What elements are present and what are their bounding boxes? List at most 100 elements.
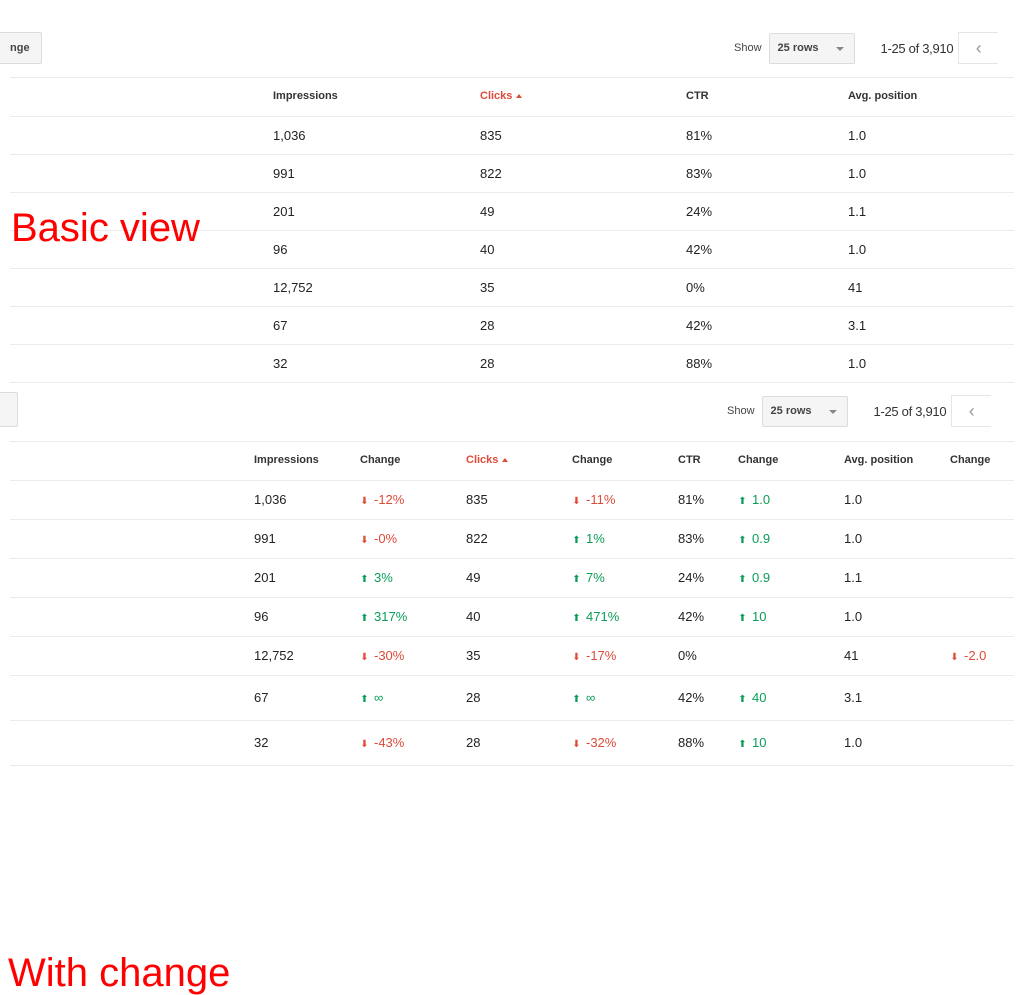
cell-impressions-change: ⬇ -30% xyxy=(360,637,404,677)
change-toggle-button[interactable] xyxy=(0,392,18,427)
arrow-up-icon: ⬆ xyxy=(738,694,747,705)
cell-ctr: 88% xyxy=(686,356,713,371)
cell-clicks: 35 xyxy=(480,280,495,295)
arrow-up-icon: ⬆ xyxy=(572,535,581,546)
rows-per-page-select[interactable]: 25 rows xyxy=(761,395,848,427)
cell-ctr: 42% xyxy=(686,318,713,333)
cell-clicks: 28 xyxy=(480,356,495,371)
cell-impressions: 96 xyxy=(254,609,269,624)
cell-ctr: 0% xyxy=(678,648,697,663)
previous-page-button[interactable]: ‹ xyxy=(951,395,992,427)
change-value: -2.0 xyxy=(964,648,987,663)
cell-position: 3.1 xyxy=(848,318,867,333)
arrow-down-icon: ⬇ xyxy=(360,652,369,663)
cell-position: 1.0 xyxy=(844,735,863,750)
change-value: -0% xyxy=(374,531,398,546)
cell-ctr: 88% xyxy=(678,735,705,750)
cell-position: 41 xyxy=(848,280,863,295)
table-row[interactable]: 991 822 83% 1.0 xyxy=(10,155,1014,193)
header-clicks-sorted[interactable]: Clicks xyxy=(466,442,509,479)
cell-ctr: 83% xyxy=(678,531,705,546)
cell-ctr-change: ⬆ 0.9 xyxy=(738,520,770,560)
show-label: Show xyxy=(727,405,755,417)
table-row[interactable]: 1,036 835 81% 1.0 xyxy=(10,117,1014,155)
change-value: -30% xyxy=(374,648,405,663)
table-row[interactable]: 67 28 42% 3.1 xyxy=(10,307,1014,345)
rows-per-page-select[interactable]: 25 rows xyxy=(768,32,855,64)
header-clicks-sorted[interactable]: Clicks xyxy=(480,78,523,115)
cell-impressions: 32 xyxy=(254,735,269,750)
previous-page-button[interactable]: ‹ xyxy=(958,32,999,64)
cell-ctr: 0% xyxy=(686,280,705,295)
table-row[interactable]: 32 28 88% 1.0 xyxy=(10,345,1014,383)
cell-impressions: 201 xyxy=(254,570,276,585)
table-header: Impressions Clicks CTR Avg. position xyxy=(10,77,1014,117)
table-row[interactable]: 201 ⬆ 3% 49 ⬆ 7% 24% ⬆ 0.9 1.1 xyxy=(10,559,1014,598)
change-value: -17% xyxy=(586,648,617,663)
with-change-annotation: With change xyxy=(8,951,231,995)
cell-ctr: 83% xyxy=(686,166,713,181)
table-header: Impressions Change Clicks Change CTR Cha… xyxy=(10,441,1014,481)
change-value: 471% xyxy=(586,609,620,624)
cell-position: 1.0 xyxy=(844,492,863,507)
header-ctr[interactable]: CTR xyxy=(678,442,701,479)
header-impressions[interactable]: Impressions xyxy=(273,78,338,115)
cell-ctr-change: ⬆ 40 xyxy=(738,676,766,721)
page-range: 1-25 of 3,910 xyxy=(873,403,947,419)
basic-view-panel: nge Show 25 rows 1-25 of 3,910 ‹ Impress… xyxy=(0,0,1024,383)
cell-clicks-change: ⬆ 1% xyxy=(572,520,605,560)
change-value: 10 xyxy=(752,735,767,750)
chevron-left-icon: ‹ xyxy=(968,400,975,421)
cell-ctr: 24% xyxy=(686,204,713,219)
cell-impressions: 991 xyxy=(273,166,295,181)
arrow-down-icon: ⬇ xyxy=(360,535,369,546)
cell-impressions-change: ⬇ -43% xyxy=(360,721,404,766)
header-avg-position[interactable]: Avg. position xyxy=(848,78,917,115)
cell-clicks-change: ⬆ 471% xyxy=(572,598,619,638)
header-ctr[interactable]: CTR xyxy=(686,78,709,115)
cell-ctr: 42% xyxy=(678,609,705,624)
cell-clicks: 822 xyxy=(480,166,502,181)
header-impressions[interactable]: Impressions xyxy=(254,442,319,479)
change-view-panel: Show 25 rows 1-25 of 3,910 ‹ Impressions… xyxy=(0,380,1024,993)
change-data-table: Impressions Change Clicks Change CTR Cha… xyxy=(10,441,1014,766)
header-position-change[interactable]: Change xyxy=(950,442,990,479)
table-row[interactable]: 96 ⬆ 317% 40 ⬆ 471% 42% ⬆ 10 1.0 xyxy=(10,598,1014,637)
change-value: 10 xyxy=(752,609,767,624)
cell-ctr-change: ⬆ 1.0 xyxy=(738,481,770,521)
cell-impressions: 67 xyxy=(254,690,269,705)
cell-impressions: 201 xyxy=(273,204,295,219)
table-row[interactable]: 991 ⬇ -0% 822 ⬆ 1% 83% ⬆ 0.9 1.0 xyxy=(10,520,1014,559)
arrow-up-icon: ⬆ xyxy=(738,574,747,585)
arrow-up-icon: ⬆ xyxy=(738,613,747,624)
pagination-bar: Show 25 rows 1-25 of 3,910 ‹ xyxy=(734,32,999,64)
change-value: 1% xyxy=(586,531,605,546)
cell-position: 41 xyxy=(844,648,859,663)
cell-ctr: 42% xyxy=(678,690,705,705)
arrow-down-icon: ⬇ xyxy=(360,739,369,750)
change-toggle-button[interactable]: nge xyxy=(0,32,42,64)
table-row[interactable]: 12,752 ⬇ -30% 35 ⬇ -17% 0% 41 ⬇ -2.0 xyxy=(10,637,1014,676)
arrow-up-icon: ⬆ xyxy=(572,613,581,624)
change-value: 317% xyxy=(374,609,408,624)
header-impressions-change[interactable]: Change xyxy=(360,442,400,479)
header-ctr-change[interactable]: Change xyxy=(738,442,778,479)
table-row[interactable]: 67 ⬆ ∞ 28 ⬆ ∞ 42% ⬆ 40 3.1 xyxy=(10,676,1014,721)
change-value: -43% xyxy=(374,735,405,750)
table-row[interactable]: 1,036 ⬇ -12% 835 ⬇ -11% 81% ⬆ 1.0 1.0 xyxy=(10,481,1014,520)
cell-ctr-change: ⬆ 10 xyxy=(738,598,766,638)
header-clicks-change[interactable]: Change xyxy=(572,442,612,479)
table-row[interactable]: 32 ⬇ -43% 28 ⬇ -32% 88% ⬆ 10 1.0 xyxy=(10,721,1014,766)
arrow-down-icon: ⬇ xyxy=(572,652,581,663)
change-value: -32% xyxy=(586,735,617,750)
change-value: 40 xyxy=(752,690,767,705)
cell-clicks: 28 xyxy=(466,690,481,705)
arrow-down-icon: ⬇ xyxy=(950,652,959,663)
cell-position: 1.0 xyxy=(848,356,867,371)
header-avg-position[interactable]: Avg. position xyxy=(844,442,913,479)
change-value: 1.0 xyxy=(752,492,771,507)
cell-position: 1.0 xyxy=(848,128,867,143)
table-row[interactable]: 12,752 35 0% 41 xyxy=(10,269,1014,307)
cell-ctr: 42% xyxy=(686,242,713,257)
arrow-up-icon: ⬆ xyxy=(360,574,369,585)
